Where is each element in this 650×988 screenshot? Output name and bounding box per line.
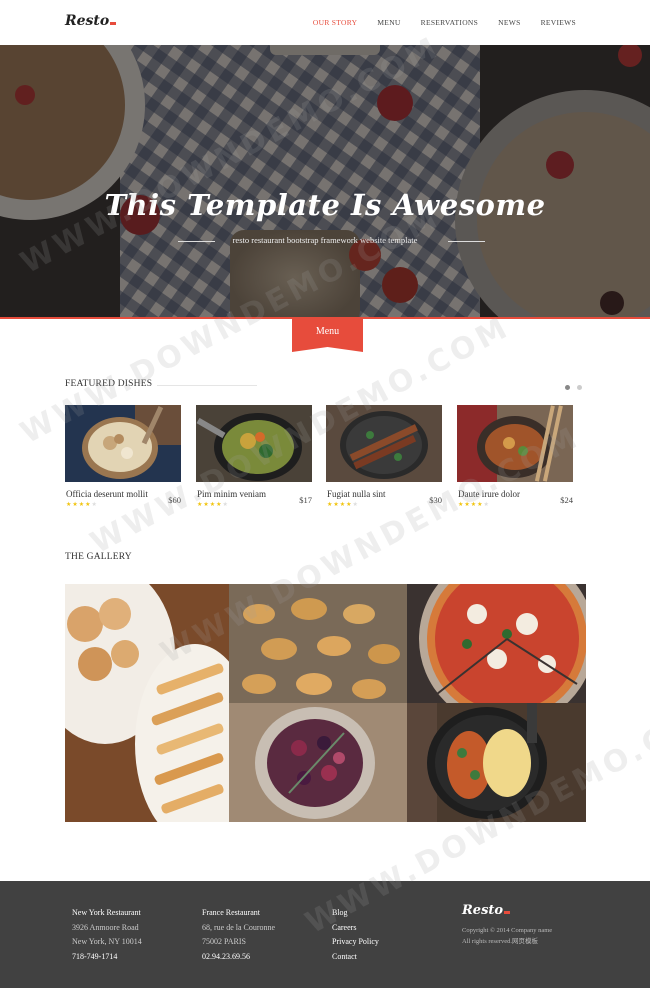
dish-price: $17 — [299, 495, 312, 505]
gallery-photo[interactable] — [65, 584, 229, 822]
dish-photo[interactable] — [457, 405, 573, 482]
footer-links: Blog Careers Privacy Policy Contact — [332, 906, 379, 964]
dish-price: $30 — [429, 495, 442, 505]
footer-link-privacy[interactable]: Privacy Policy — [332, 935, 379, 950]
dish-photo[interactable] — [65, 405, 181, 482]
dish-card[interactable]: Fugiat nulla sint $30 ★★★★★ — [326, 405, 442, 508]
dish-card[interactable]: Pim minim veniam $17 ★★★★★ — [196, 405, 312, 508]
footer-address-fr: France Restaurant 68, rue de la Couronne… — [202, 906, 275, 964]
gallery-photo[interactable] — [407, 703, 586, 822]
copyright-text: Copyright © 2014 Company name — [462, 927, 553, 934]
star-rating: ★★★★★ — [458, 501, 490, 508]
top-navbar: Resto OUR STORY MENU RESERVATIONS NEWS R… — [0, 0, 650, 45]
dish-price: $24 — [560, 495, 573, 505]
carousel-dot-active[interactable] — [565, 385, 570, 390]
dish-name: Pim minim veniam — [197, 489, 266, 499]
nav-reservations[interactable]: RESERVATIONS — [421, 18, 478, 27]
footer-link-blog[interactable]: Blog — [332, 906, 379, 921]
gallery-photo[interactable] — [229, 703, 407, 822]
dish-photo[interactable] — [196, 405, 312, 482]
rights-text: All rights reserved.网页模板 — [462, 938, 539, 945]
hero-banner: This Template Is Awesome resto restauran… — [0, 45, 650, 318]
footer-copyright: Copyright © 2014 Company name All rights… — [462, 925, 552, 947]
dish-card[interactable]: Daute irure dolor $24 ★★★★★ — [457, 405, 573, 508]
dish-name: Fugiat nulla sint — [327, 489, 386, 499]
dish-name: Officia deserunt mollit — [66, 489, 148, 499]
footer-link-contact[interactable]: Contact — [332, 950, 379, 965]
footer-ny-heading: New York Restaurant — [72, 908, 141, 917]
footer-ny-phone[interactable]: 718-749-1714 — [72, 950, 142, 965]
nav-reviews[interactable]: REVIEWS — [541, 18, 576, 27]
site-footer: New York Restaurant 3926 Anmoore Road Ne… — [0, 881, 650, 988]
hero-title: This Template Is Awesome — [104, 188, 546, 222]
footer-logo[interactable]: Resto — [462, 903, 511, 918]
hero-divider-right — [448, 241, 485, 242]
star-rating: ★★★★★ — [197, 501, 229, 508]
footer-ny-street: 3926 Anmoore Road — [72, 922, 139, 932]
gallery-photo[interactable] — [407, 584, 586, 703]
gallery-title: THE GALLERY — [65, 552, 132, 562]
footer-fr-street: 68, rue de la Couronne — [202, 922, 276, 932]
dish-name: Daute irure dolor — [458, 489, 520, 499]
hero-background-image — [0, 45, 650, 318]
menu-ribbon-label: Menu — [315, 326, 340, 337]
star-rating: ★★★★★ — [66, 501, 98, 508]
star-rating: ★★★★★ — [327, 501, 359, 508]
nav-news[interactable]: NEWS — [498, 18, 520, 27]
footer-fr-heading: France Restaurant — [202, 908, 260, 917]
footer-ny-city: New York, NY 10014 — [72, 937, 142, 946]
carousel-dot[interactable] — [577, 385, 582, 390]
gallery-photo[interactable] — [229, 584, 407, 703]
menu-ribbon-tab[interactable]: Menu — [292, 318, 363, 354]
dish-photo[interactable] — [326, 405, 442, 482]
site-logo[interactable]: Resto — [65, 13, 117, 29]
footer-link-careers[interactable]: Careers — [332, 921, 379, 936]
footer-fr-phone[interactable]: 02.94.23.69.56 — [202, 950, 275, 965]
main-nav: OUR STORY MENU RESERVATIONS NEWS REVIEWS — [313, 18, 576, 27]
nav-our-story[interactable]: OUR STORY — [313, 18, 357, 27]
featured-divider — [157, 385, 257, 386]
hero-subtitle: resto restaurant bootstrap framework web… — [232, 235, 418, 245]
dish-card[interactable]: Officia deserunt mollit $60 ★★★★★ — [65, 405, 181, 508]
footer-address-ny: New York Restaurant 3926 Anmoore Road Ne… — [72, 906, 142, 964]
dish-price: $60 — [168, 495, 181, 505]
photo-gallery — [65, 584, 586, 822]
footer-fr-city: 75002 PARIS — [202, 937, 246, 946]
featured-dishes-title: FEATURED DISHES — [65, 379, 153, 389]
nav-menu[interactable]: MENU — [377, 18, 400, 27]
